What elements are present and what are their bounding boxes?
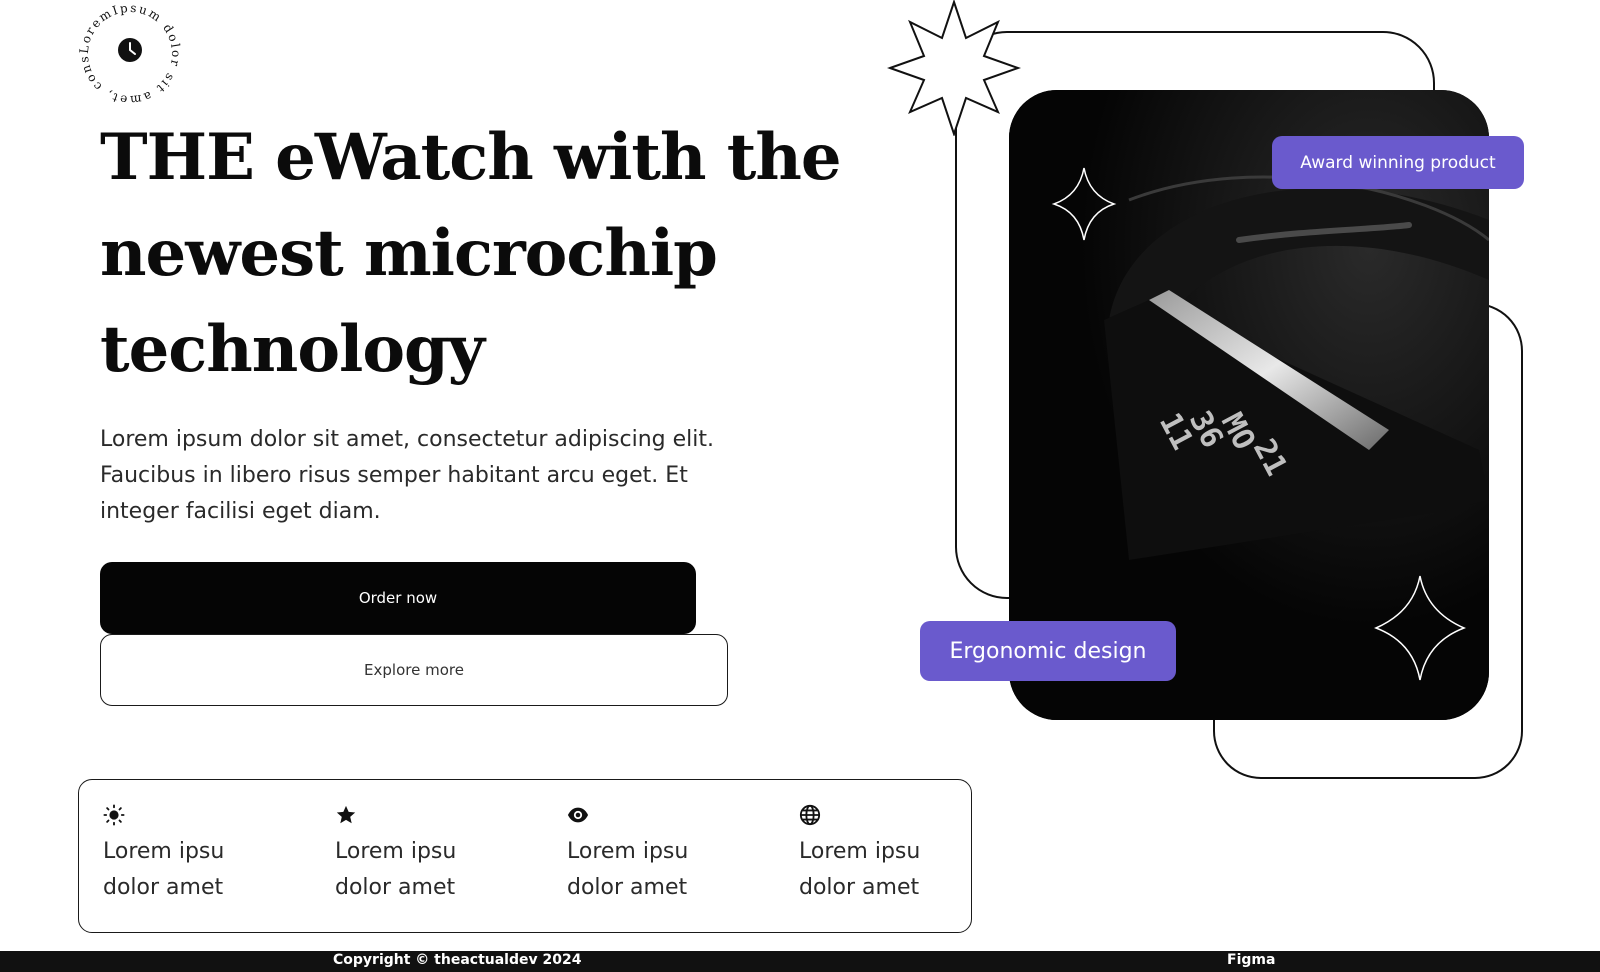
feature-item: Lorem ipsu dolor amet: [335, 804, 535, 906]
ergonomic-badge: Ergonomic design: [920, 621, 1176, 681]
features-panel: Lorem ipsu dolor amet Lorem ipsu dolor a…: [78, 779, 972, 933]
footer: Copyright © theactualdev 2024 Figma: [0, 951, 1600, 972]
eye-icon: [567, 807, 589, 823]
feature-text: Lorem ipsu dolor amet: [567, 839, 689, 900]
sun-icon: [103, 804, 125, 826]
order-now-button[interactable]: Order now: [100, 562, 696, 634]
feature-item: Lorem ipsu dolor amet: [103, 804, 303, 906]
feature-text: Lorem ipsu dolor amet: [799, 839, 921, 900]
clock-icon: [118, 38, 142, 62]
star-icon: [336, 805, 356, 824]
hero-title: THE eWatch with the newest microchip tec…: [100, 120, 842, 387]
footer-figma-link[interactable]: Figma: [1227, 952, 1275, 968]
feature-item: Lorem ipsu dolor amet: [799, 804, 999, 906]
globe-icon: [799, 804, 821, 826]
feature-item: Lorem ipsu dolor amet: [567, 804, 767, 906]
hero-description: Lorem ipsum dolor sit amet, consectetur …: [100, 427, 714, 524]
feature-text: Lorem ipsu dolor amet: [335, 839, 457, 900]
footer-copyright: Copyright © theactualdev 2024: [333, 952, 582, 968]
award-badge: Award winning product: [1272, 136, 1524, 189]
explore-more-button[interactable]: Explore more: [100, 634, 728, 706]
feature-text: Lorem ipsu dolor amet: [103, 839, 225, 900]
starburst-icon: [886, 0, 1022, 136]
logo-badge[interactable]: LoremIpsum dolor sit amet, cons: [76, 0, 184, 108]
